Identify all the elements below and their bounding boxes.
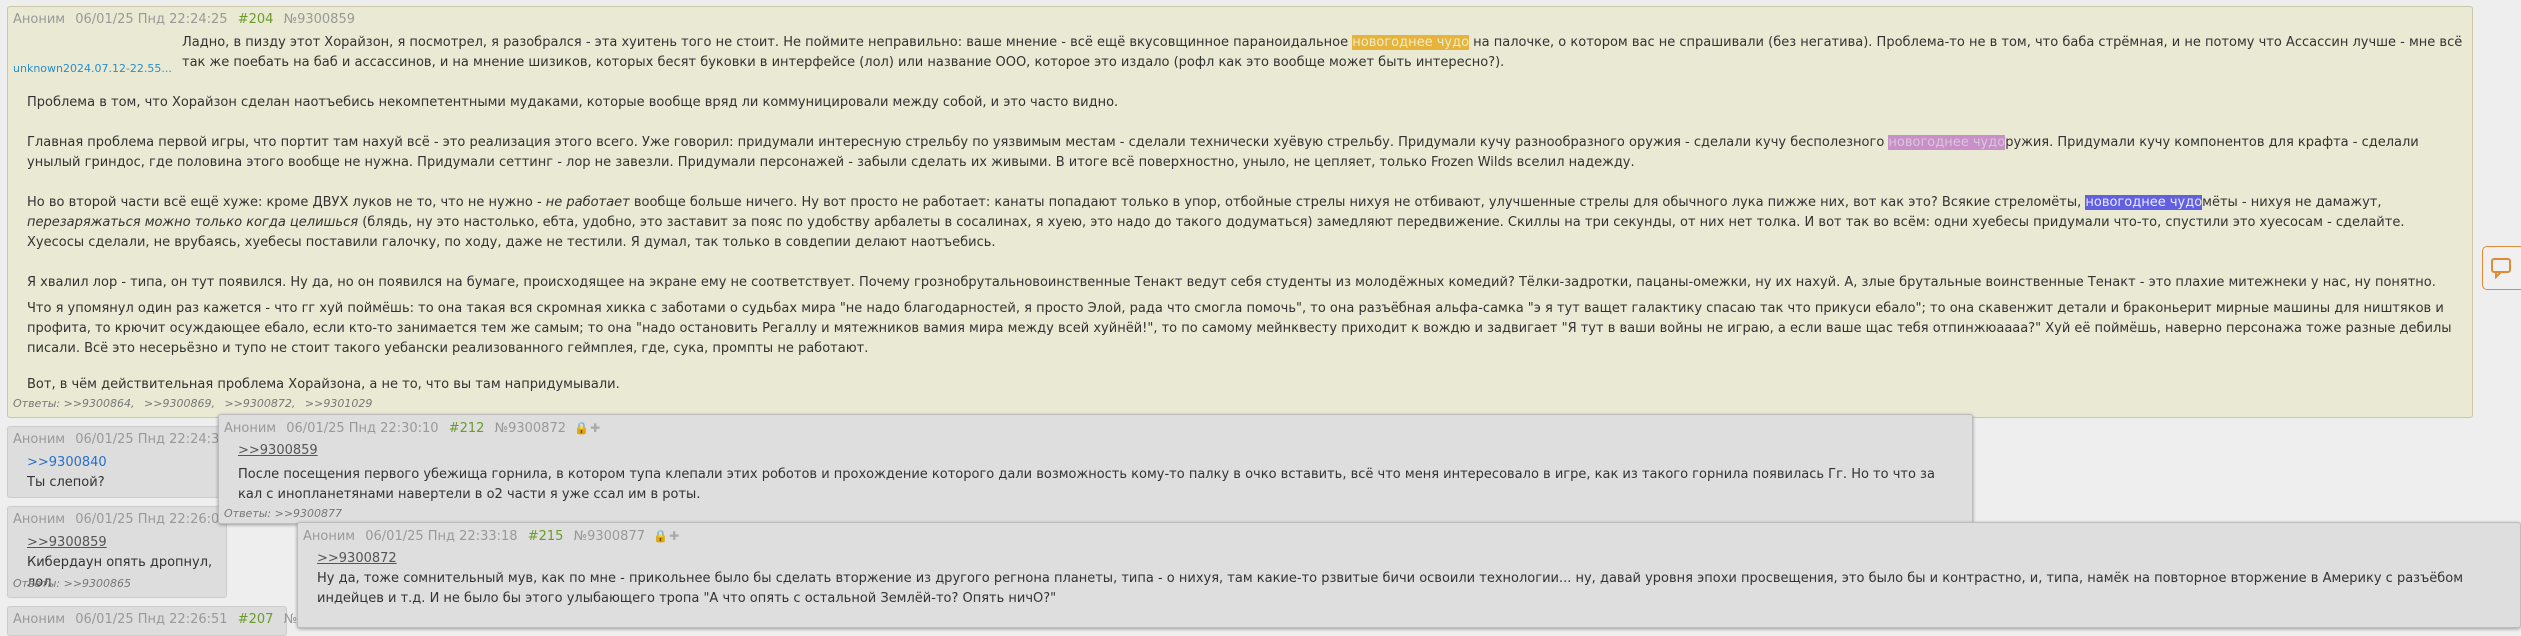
post-paragraph: Но во второй части всё ещё хуже: кроме Д… [27,195,2405,250]
post-replies: Ответы: >>9300864, >>9300869, >>9300872,… [13,397,378,410]
post-id[interactable]: №9300872 [495,421,566,436]
post-reply: Аноним 06/01/25 Пнд 22:26:51 #207 №93008… [7,606,355,636]
quote-link[interactable]: >>9300859 [27,535,107,550]
reply-bubble-icon [2491,258,2511,279]
post-header: Аноним 06/01/25 Пнд 22:30:10 #212 №93008… [224,419,601,438]
post-paragraph: Вот, в чём действительная проблема Хорай… [27,377,620,392]
post-preview-popup: Аноним 06/01/25 Пнд 22:33:18 #215 №93008… [297,522,2521,628]
reply-link[interactable]: >>9300877 [275,507,342,520]
replies-label: Ответы: [13,577,61,590]
post-paragraph: Проблема в том, что Хорайзон сделан наот… [27,95,1119,110]
post-date: 06/01/25 Пнд 22:26:51 [75,612,228,627]
post-number[interactable]: #204 [238,12,274,27]
reply-link[interactable]: >>9301029 [305,397,372,410]
reply-link[interactable]: >>9300872, [224,397,295,410]
post-reply: Аноним 06/01/25 Пнд 22:24:30 >>9300840 Т… [7,426,228,498]
lock-and-menu-icon[interactable]: 🔒✚ [574,419,601,437]
lock-and-menu-icon[interactable]: 🔒✚ [653,527,680,545]
post-id[interactable]: №9300859 [284,12,355,27]
post-preview-popup: Аноним 06/01/25 Пнд 22:30:10 #212 №93008… [218,414,1973,524]
post-number[interactable]: #207 [238,612,274,627]
post-paragraph: Ладно, в пизду этот Хорайзон, я посмотре… [182,35,2463,70]
highlighted-text: новогоднее чудо [1352,35,1470,50]
reply-link[interactable]: >>9300869, [144,397,215,410]
post-body: >>9300859 После посещения первого убежищ… [238,441,1958,505]
post-body-continued: Проблема в том, что Хорайзон сделан наот… [27,93,2463,293]
post-id[interactable]: №9300877 [574,529,645,544]
post-header: Аноним 06/01/25 Пнд 22:26:0 [13,511,225,529]
post-reply: Аноним 06/01/25 Пнд 22:26:0 >>9300859 Ки… [7,506,227,598]
post-paragraph: Главная проблема первой игры, что портит… [27,135,2419,170]
post-author: Аноним [13,432,66,447]
quote-link[interactable]: >>9300840 [27,455,107,470]
post-date: 06/01/25 Пнд 22:26:0 [75,512,220,527]
post-author: Аноним [13,12,66,27]
post-replies: Ответы: >>9300865 [13,577,137,590]
post-header: Аноним 06/01/25 Пнд 22:24:30 [13,431,234,449]
post-date: 06/01/25 Пнд 22:24:30 [75,432,228,447]
post-text: После посещения первого убежища горнила,… [238,467,1935,502]
quote-link[interactable]: >>9300859 [238,443,318,458]
post-author: Аноним [303,529,356,544]
post-author: Аноним [13,512,66,527]
post-date: 06/01/25 Пнд 22:30:10 [286,421,439,436]
post-header: Аноним 06/01/25 Пнд 22:24:25 #204 №93008… [13,11,355,29]
post-date: 06/01/25 Пнд 22:33:18 [365,529,518,544]
post-body: Ладно, в пизду этот Хорайзон, я посмотре… [182,33,2464,73]
post-number[interactable]: #215 [528,529,564,544]
post-author: Аноним [224,421,277,436]
post-replies: Ответы: >>9300877 [224,507,348,520]
reply-link[interactable]: >>9300865 [64,577,131,590]
post-body: >>9300840 Ты слепой? [27,453,217,493]
post-text: Ну да, тоже сомнительный мув, как по мне… [317,571,2464,606]
post-body-continued: Вот, в чём действительная проблема Хорай… [27,375,2463,395]
post-body-continued: Что я упомянул один раз кажется - что гг… [27,299,2463,359]
highlighted-text: новогоднее чудо [2085,195,2203,210]
replies-label: Ответы: [13,397,61,410]
quote-link[interactable]: >>9300872 [317,551,397,566]
replies-label: Ответы: [224,507,272,520]
highlighted-text: новогоднее чудо [1888,135,2006,150]
post-paragraph: Что я упомянул один раз кажется - что гг… [27,301,2452,356]
post-attachment-link[interactable]: unknown2024.07.12-22.55... [13,62,172,75]
reply-link[interactable]: >>9300864, [64,397,135,410]
post-date: 06/01/25 Пнд 22:24:25 [75,12,228,27]
post-body: >>9300872 Ну да, тоже сомнительный мув, … [317,549,2507,609]
post-number[interactable]: #212 [449,421,485,436]
main-post: Аноним 06/01/25 Пнд 22:24:25 #204 №93008… [7,6,2473,418]
post-paragraph: Я хвалил лор - типа, он тут появился. Ну… [27,275,2436,290]
post-text: Ты слепой? [27,475,105,490]
post-header: Аноним 06/01/25 Пнд 22:33:18 #215 №93008… [303,527,680,546]
reply-bubble-icon[interactable] [2482,246,2521,290]
post-author: Аноним [13,612,66,627]
